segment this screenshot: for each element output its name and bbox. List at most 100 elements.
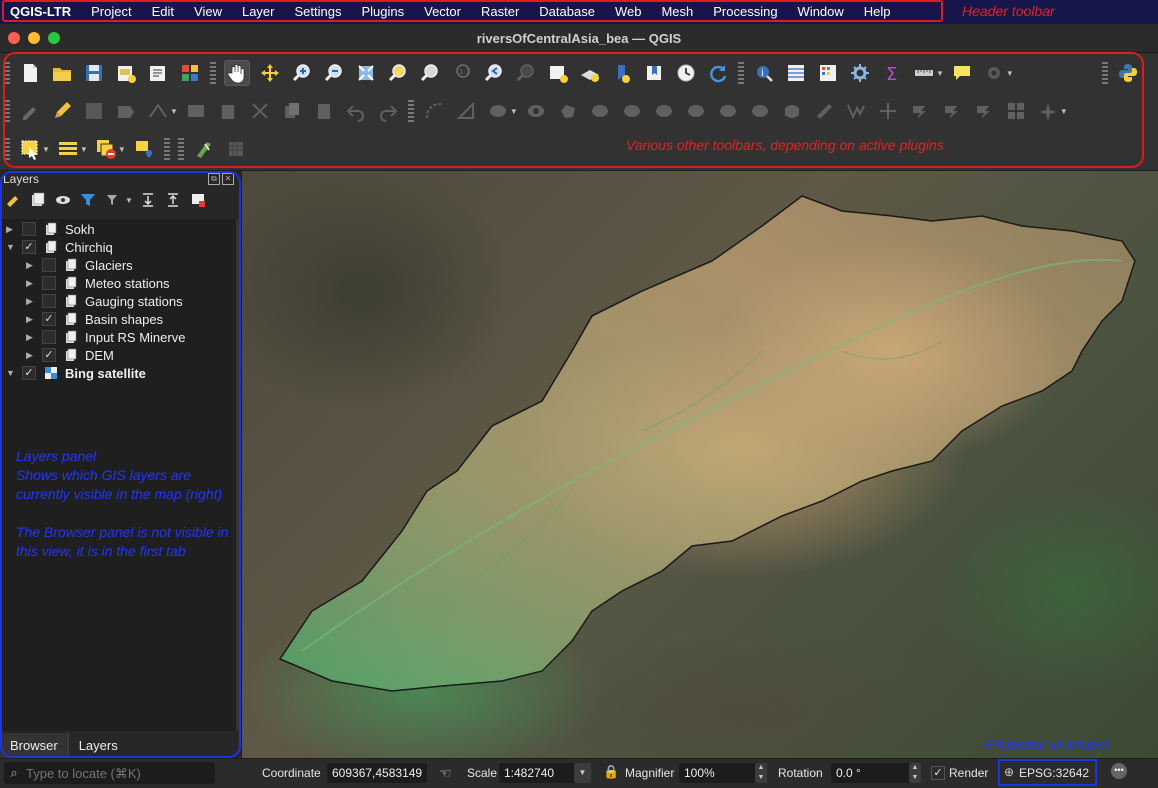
merge-features-icon[interactable] <box>748 99 772 123</box>
zoom-full-icon[interactable] <box>354 61 378 85</box>
locator-search-input[interactable] <box>24 764 208 782</box>
layer-tree-item[interactable]: ▶ Input RS Minerve <box>26 328 185 346</box>
add-part-icon[interactable] <box>876 99 900 123</box>
layer-visibility-checkbox[interactable]: ✓ <box>22 240 36 254</box>
python-console-icon[interactable] <box>1116 61 1140 85</box>
toggle-editing-icon[interactable] <box>50 99 74 123</box>
vertex-tool-icon[interactable] <box>146 99 170 123</box>
select-by-value-icon[interactable] <box>56 137 80 161</box>
zoom-last-icon[interactable] <box>482 61 506 85</box>
toolbox-icon[interactable] <box>848 61 872 85</box>
toolbar-grip[interactable] <box>738 62 744 84</box>
measure-icon[interactable] <box>912 61 936 85</box>
coordinate-field[interactable]: 609367,4583149 <box>327 763 427 783</box>
field-calculator-icon[interactable] <box>816 61 840 85</box>
new-project-icon[interactable] <box>18 61 42 85</box>
offset-curve-icon[interactable] <box>652 99 676 123</box>
layer-tree-item[interactable]: ▼ ✓ Chirchiq <box>6 238 113 256</box>
crs-button[interactable]: EPSG:32642 <box>1019 766 1089 780</box>
deselect-dropdown-icon[interactable]: ▼ <box>118 145 126 154</box>
close-panel-icon[interactable]: ✕ <box>222 173 234 185</box>
menu-processing[interactable]: Processing <box>703 0 787 24</box>
delete-ring-icon[interactable] <box>556 99 580 123</box>
zoom-to-layer-icon[interactable] <box>418 61 442 85</box>
menu-database[interactable]: Database <box>529 0 605 24</box>
menu-help[interactable]: Help <box>854 0 901 24</box>
zoom-out-icon[interactable] <box>322 61 346 85</box>
layer-settings-icon[interactable] <box>224 137 248 161</box>
menu-raster[interactable]: Raster <box>471 0 529 24</box>
digitize-icon[interactable] <box>184 99 208 123</box>
current-edits-icon[interactable] <box>18 99 42 123</box>
menu-settings[interactable]: Settings <box>285 0 352 24</box>
reshape-icon[interactable] <box>620 99 644 123</box>
layer-tree-item[interactable]: ▶ ✓ DEM <box>26 346 114 364</box>
layer-tree-item[interactable]: ▶ Meteo stations <box>26 274 170 292</box>
menu-vector[interactable]: Vector <box>414 0 471 24</box>
toggle-extents-icon[interactable]: ☜ <box>439 765 452 782</box>
layer-tree-item[interactable]: ▶ ✓ Basin shapes <box>26 310 163 328</box>
layer-tree-scrollbar[interactable] <box>236 219 241 731</box>
simplify-icon[interactable] <box>844 99 868 123</box>
layer-visibility-checkbox[interactable]: ✓ <box>22 366 36 380</box>
toolbar-grip[interactable] <box>4 138 10 160</box>
expand-arrow-icon[interactable]: ▶ <box>26 296 36 307</box>
map-tips-icon[interactable] <box>950 61 974 85</box>
open-project-icon[interactable] <box>50 61 74 85</box>
split-parts-icon[interactable] <box>716 99 740 123</box>
menu-mesh[interactable]: Mesh <box>651 0 703 24</box>
toolbar-grip[interactable] <box>4 62 10 84</box>
add-group-icon[interactable] <box>29 191 47 209</box>
move-label-icon[interactable] <box>972 99 996 123</box>
copy-icon[interactable] <box>280 99 304 123</box>
zoom-native-icon[interactable]: 1:1 <box>450 61 474 85</box>
menu-window[interactable]: Window <box>788 0 854 24</box>
shape-digitize-icon[interactable] <box>454 99 478 123</box>
add-ring-icon[interactable] <box>486 99 510 123</box>
style-manager-icon[interactable] <box>178 61 202 85</box>
measure-dropdown-icon[interactable]: ▼ <box>936 69 944 78</box>
ring-dropdown-icon[interactable]: ▼ <box>510 107 518 116</box>
plugin-dropdown-icon[interactable]: ▼ <box>1006 69 1014 78</box>
expand-arrow-icon[interactable]: ▶ <box>26 260 36 271</box>
tab-layers[interactable]: Layers <box>69 733 128 758</box>
lock-scale-icon[interactable]: 🔒 <box>603 764 619 780</box>
pin-label-icon[interactable] <box>1036 99 1060 123</box>
visibility-eye-icon[interactable] <box>54 191 72 209</box>
new-bookmark-icon[interactable] <box>642 61 666 85</box>
label-dropdown-icon[interactable]: ▼ <box>1060 107 1068 116</box>
render-checkbox[interactable]: ✓ <box>931 766 945 780</box>
merge-attributes-icon[interactable] <box>780 99 804 123</box>
toolbar-grip[interactable] <box>4 100 10 122</box>
magnifier-field[interactable]: 100% <box>679 763 767 783</box>
zoom-in-icon[interactable] <box>290 61 314 85</box>
plugin-gear-icon[interactable] <box>982 61 1006 85</box>
layer-tree-item[interactable]: ▶ Gauging stations <box>26 292 183 310</box>
label-table-icon[interactable] <box>1004 99 1028 123</box>
refresh-icon[interactable] <box>706 61 730 85</box>
layer-visibility-checkbox[interactable] <box>42 294 56 308</box>
select-dropdown-icon[interactable]: ▼ <box>42 145 50 154</box>
scale-dropdown-icon[interactable]: ▼ <box>574 763 591 783</box>
layer-visibility-checkbox[interactable] <box>22 222 36 236</box>
fill-ring-icon[interactable] <box>524 99 548 123</box>
save-project-icon[interactable] <box>82 61 106 85</box>
expand-arrow-icon[interactable]: ▶ <box>26 350 36 361</box>
cut-icon[interactable] <box>248 99 272 123</box>
select-value-dropdown-icon[interactable]: ▼ <box>80 145 88 154</box>
map-canvas[interactable] <box>242 171 1158 758</box>
deselect-icon[interactable] <box>94 137 118 161</box>
delete-selected-icon[interactable] <box>216 99 240 123</box>
layer-tree-item[interactable]: ▶ Glaciers <box>26 256 133 274</box>
magnifier-spinner[interactable]: ▲ ▼ <box>755 763 767 783</box>
zoom-to-selection-icon[interactable] <box>386 61 410 85</box>
expand-arrow-icon[interactable]: ▶ <box>6 224 16 235</box>
split-features-icon[interactable] <box>684 99 708 123</box>
filter-expression-icon[interactable] <box>104 191 122 209</box>
new-map-view-icon[interactable] <box>546 61 570 85</box>
layer-tree-item[interactable]: ▶ Sokh <box>6 220 95 238</box>
filter-dropdown-icon[interactable]: ▼ <box>125 196 133 205</box>
paste-icon[interactable] <box>312 99 336 123</box>
menu-project[interactable]: Project <box>81 0 141 24</box>
identify-icon[interactable]: i <box>752 61 776 85</box>
